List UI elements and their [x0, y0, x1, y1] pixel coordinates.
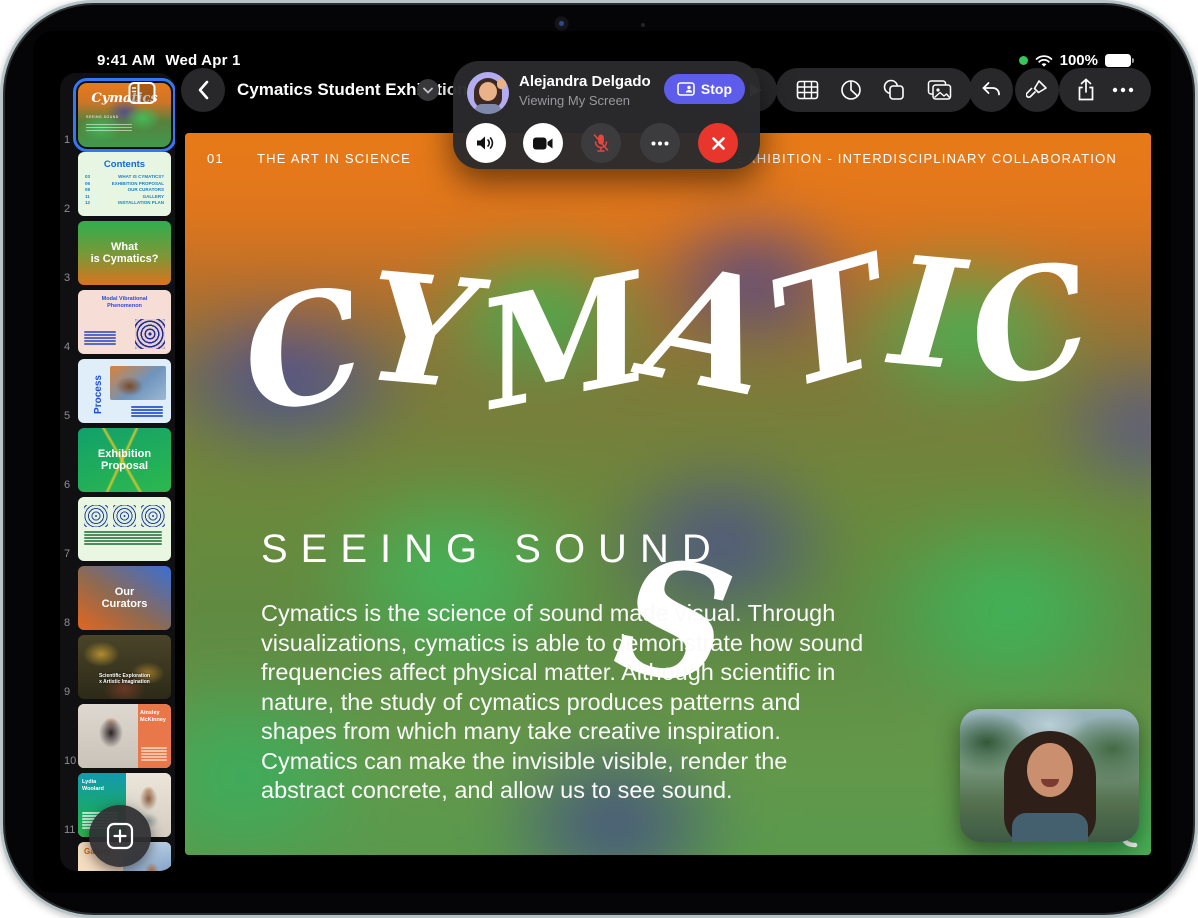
slide-page-number: 01	[207, 151, 224, 166]
thumbnail-number: 3	[64, 272, 71, 284]
thumbnail-number: 10	[64, 755, 77, 767]
ipad-device-frame: 9:41 AM Wed Apr 1 100% Cymatics Student E…	[0, 0, 1198, 918]
thumbnail-number: 9	[64, 686, 71, 698]
insert-toolbar	[776, 68, 972, 112]
mic-slash-icon	[593, 134, 609, 152]
slide-thumbnail-5[interactable]: Process 5	[64, 359, 171, 423]
undo-button[interactable]	[969, 68, 1013, 112]
table-icon[interactable]	[796, 79, 819, 101]
slide-thumbnail-1[interactable]: Cymatics SEEING SOUND 1	[64, 78, 175, 152]
format-brush-button[interactable]	[1015, 68, 1059, 112]
slide-thumbnail-9[interactable]: Scientific Exploration x Artistic Imagina…	[64, 635, 171, 699]
date: Wed Apr 1	[165, 52, 241, 69]
mic-muted-button[interactable]	[581, 123, 621, 163]
battery-percent: 100%	[1059, 52, 1098, 69]
caller-name: Alejandra Delgado	[519, 73, 651, 90]
thumbnail-number: 8	[64, 617, 71, 629]
facetime-shareplay-banner: Alejandra Delgado Viewing My Screen Stop	[453, 61, 760, 169]
mic-hole	[641, 23, 645, 27]
paintbrush-icon	[1026, 80, 1047, 98]
plus-icon	[106, 822, 134, 850]
thumbnail-list: Cymatics SEEING SOUND 1 Contents 03 WHAT IS C…	[60, 78, 175, 871]
thumbnail-number: 2	[64, 203, 71, 215]
back-button[interactable]	[181, 68, 225, 112]
media-icon[interactable]	[927, 79, 952, 101]
wifi-icon	[1035, 54, 1052, 67]
clock: 9:41 AM	[97, 52, 156, 69]
slide-body-text: Cymatics is the science of sound made vi…	[261, 600, 864, 803]
ellipsis-icon	[651, 141, 669, 145]
sidebar-icon	[128, 82, 156, 104]
thumbnail-number: 5	[64, 410, 71, 422]
sidebar-toggle-button[interactable]	[127, 78, 157, 108]
speaker-button[interactable]	[466, 123, 506, 163]
status-time-date: 9:41 AM Wed Apr 1	[97, 52, 251, 69]
video-camera-icon	[533, 137, 553, 149]
shapes-icon[interactable]	[882, 79, 906, 101]
slide-heading: SEEING SOUND	[261, 527, 724, 571]
screen: 9:41 AM Wed Apr 1 100% Cymatics Student E…	[33, 31, 1171, 893]
thumbnail-number: 4	[64, 341, 71, 353]
share-more-toolbar	[1059, 68, 1151, 112]
end-call-button[interactable]	[698, 123, 738, 163]
slide-navigator: Cymatics SEEING SOUND 1 Contents 03 WHAT IS C…	[60, 73, 175, 871]
slide-header-left: THE ART IN SCIENCE	[257, 151, 412, 166]
sharing-status: Viewing My Screen	[519, 93, 631, 108]
thumbnail-number: 1	[64, 134, 71, 146]
thumbnail-number: 7	[64, 548, 71, 560]
chevron-down-icon	[423, 87, 433, 94]
thumbnail-number: 11	[64, 824, 76, 836]
title-menu-button[interactable]	[417, 79, 439, 101]
green-indicator-dot	[1018, 56, 1028, 65]
avatar	[467, 72, 509, 114]
slide-thumbnail-8[interactable]: Our Curators 8	[64, 566, 171, 630]
cymatics-word-art: CYMATICS	[227, 221, 1111, 726]
add-slide-button[interactable]	[89, 805, 151, 867]
video-button[interactable]	[523, 123, 563, 163]
stage: 9:41 AM Wed Apr 1 100% Cymatics Student E…	[0, 0, 1198, 918]
more-call-options-button[interactable]	[640, 123, 680, 163]
slide-thumbnail-10[interactable]: Ainsley McKinney 10	[64, 704, 171, 768]
more-icon[interactable]	[1112, 87, 1134, 93]
thumbnail-number: 6	[64, 479, 71, 491]
slide-thumbnail-4[interactable]: Modal Vibrational Phenomenon 4	[64, 290, 171, 354]
battery-icon	[1105, 54, 1134, 67]
facetime-pip-video[interactable]	[960, 709, 1139, 842]
status-indicators: 100%	[1018, 52, 1134, 69]
share-icon[interactable]	[1076, 78, 1096, 102]
slide-thumbnail-7[interactable]: 7	[64, 497, 171, 561]
screen-share-icon	[677, 82, 695, 96]
slide-header-right: ENT EXHIBITION - INTERDISCIPLINARY COLLA…	[702, 151, 1117, 166]
slide-thumbnail-3[interactable]: What is Cymatics? 3	[64, 221, 171, 285]
close-x-icon	[711, 136, 725, 150]
undo-icon	[982, 82, 1000, 96]
stop-label: Stop	[700, 81, 732, 97]
chart-icon[interactable]	[840, 79, 862, 101]
stop-sharing-button[interactable]: Stop	[663, 74, 745, 104]
speaker-icon	[477, 136, 494, 150]
front-camera	[554, 16, 569, 31]
chevron-left-icon	[198, 80, 209, 100]
slide-thumbnail-6[interactable]: Exhibition Proposal 6	[64, 428, 171, 492]
slide-thumbnail-2[interactable]: Contents 03 WHAT IS CYMATICS? 06 EXHIBITION …	[64, 152, 171, 216]
